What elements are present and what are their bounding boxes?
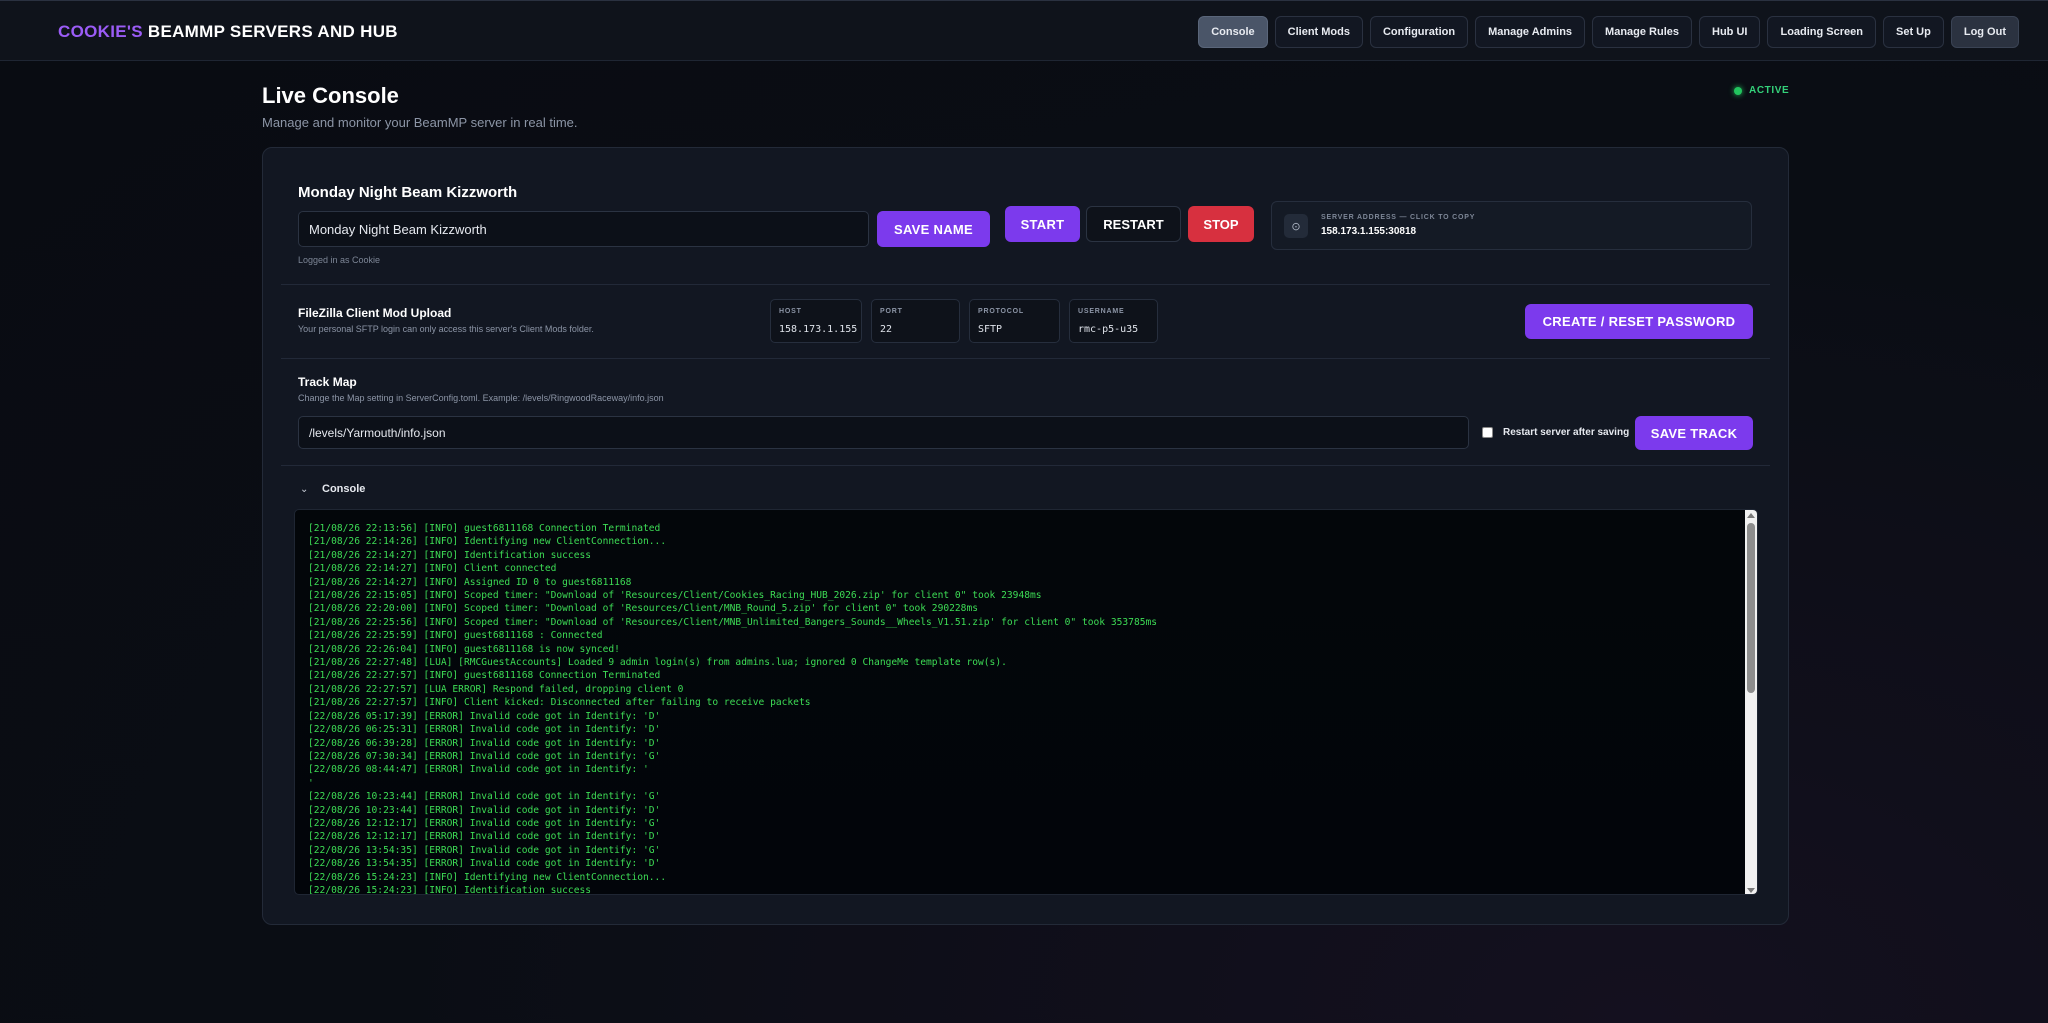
- stop-button[interactable]: STOP: [1188, 206, 1254, 242]
- console-line: [21/08/26 22:20:00] [INFO] Scoped timer:…: [308, 603, 979, 615]
- console-log: [21/08/26 22:13:56] [INFO] guest6811168 …: [308, 522, 1728, 895]
- host-value: 158.173.1.155: [779, 324, 858, 335]
- port-field: PORT 22: [871, 299, 960, 343]
- console-scrollbar[interactable]: [1745, 510, 1757, 894]
- console-line: ': [308, 777, 314, 789]
- filezilla-title: FileZilla Client Mod Upload: [298, 306, 452, 320]
- console-line: [21/08/26 22:26:04] [INFO] guest6811168 …: [308, 643, 620, 655]
- console-line: [22/08/26 06:39:28] [ERROR] Invalid code…: [308, 737, 661, 749]
- console-line: [21/08/26 22:27:48] [LUA] [RMCGuestAccou…: [308, 657, 1007, 669]
- console-line: [21/08/26 22:25:56] [INFO] Scoped timer:…: [308, 616, 1158, 628]
- console-line: [22/08/26 15:24:23] [INFO] Identificatio…: [308, 884, 592, 895]
- protocol-value: SFTP: [978, 324, 1003, 335]
- scroll-down-icon[interactable]: [1747, 888, 1755, 893]
- console-line: [22/08/26 12:12:17] [ERROR] Invalid code…: [308, 817, 661, 829]
- copy-icon: ⊙: [1284, 214, 1308, 238]
- page-subtitle: Manage and monitor your BeamMP server in…: [262, 115, 578, 130]
- port-value: 22: [880, 324, 893, 335]
- track-map-input[interactable]: [298, 416, 1469, 449]
- protocol-field: PROTOCOL SFTP: [969, 299, 1060, 343]
- top-navbar: COOKIE'S BEAMMP SERVERS AND HUB Console …: [0, 0, 2048, 61]
- nav-loading-screen-button[interactable]: Loading Screen: [1767, 16, 1876, 48]
- restart-button[interactable]: RESTART: [1086, 206, 1181, 242]
- divider: [281, 284, 1770, 285]
- nav-manage-admins-button[interactable]: Manage Admins: [1475, 16, 1586, 48]
- host-field: HOST 158.173.1.155: [770, 299, 862, 343]
- console-line: [21/08/26 22:27:57] [INFO] Client kicked…: [308, 697, 811, 709]
- console-line: [21/08/26 22:14:27] [INFO] Client connec…: [308, 563, 557, 575]
- server-name-heading: Monday Night Beam Kizzworth: [298, 184, 518, 201]
- console-line: [21/08/26 22:14:27] [INFO] Assigned ID 0…: [308, 576, 632, 588]
- status-dot-icon: [1734, 86, 1742, 95]
- host-label: HOST: [779, 308, 802, 315]
- console-line: [22/08/26 06:25:31] [ERROR] Invalid code…: [308, 724, 661, 736]
- console-output[interactable]: [21/08/26 22:13:56] [INFO] guest6811168 …: [294, 509, 1758, 895]
- status-text: ACTIVE: [1749, 85, 1790, 96]
- brand-rest: BEAMMP SERVERS AND HUB: [142, 22, 398, 41]
- nav-client-mods-button[interactable]: Client Mods: [1274, 16, 1363, 48]
- main-nav: Console Client Mods Configuration Manage…: [1198, 16, 2019, 48]
- page-title: Live Console: [262, 83, 399, 108]
- nav-set-up-button[interactable]: Set Up: [1883, 16, 1944, 48]
- restart-after-saving-label: Restart server after saving: [1503, 427, 1630, 438]
- console-line: [21/08/26 22:13:56] [INFO] guest6811168 …: [308, 523, 661, 534]
- save-track-button[interactable]: SAVE TRACK: [1635, 416, 1753, 450]
- console-line: [22/08/26 15:24:23] [INFO] Identifying n…: [308, 871, 667, 883]
- filezilla-subtitle: Your personal SFTP login can only access…: [298, 324, 594, 334]
- username-label: USERNAME: [1078, 308, 1125, 315]
- nav-console-button[interactable]: Console: [1198, 16, 1268, 48]
- log-out-button[interactable]: Log Out: [1950, 16, 2019, 48]
- restart-after-saving-checkbox[interactable]: [1482, 427, 1493, 438]
- console-line: [21/08/26 22:14:27] [INFO] Identificatio…: [308, 549, 592, 561]
- start-button[interactable]: START: [1005, 206, 1080, 242]
- brand-accent: COOKIE'S: [58, 22, 143, 41]
- track-map-title: Track Map: [298, 375, 357, 389]
- logged-in-text: Logged in as Cookie: [298, 255, 381, 265]
- username-field: USERNAME rmc-p5-u35: [1069, 299, 1158, 343]
- console-line: [22/08/26 08:44:47] [ERROR] Invalid code…: [308, 764, 649, 776]
- port-label: PORT: [880, 308, 903, 315]
- console-line: [21/08/26 22:25:59] [INFO] guest6811168 …: [308, 630, 603, 642]
- console-line: [22/08/26 12:12:17] [ERROR] Invalid code…: [308, 831, 661, 843]
- save-name-button[interactable]: SAVE NAME: [877, 211, 990, 247]
- nav-configuration-button[interactable]: Configuration: [1369, 16, 1469, 48]
- console-line: [21/08/26 22:27:57] [INFO] guest6811168 …: [308, 670, 661, 682]
- scroll-up-icon[interactable]: [1747, 513, 1755, 518]
- console-toggle-icon[interactable]: ⌄: [300, 484, 308, 495]
- console-line: [22/08/26 10:23:44] [ERROR] Invalid code…: [308, 791, 661, 803]
- nav-hub-ui-button[interactable]: Hub UI: [1699, 16, 1761, 48]
- server-address-label: SERVER ADDRESS — CLICK TO COPY: [1321, 214, 1476, 221]
- server-name-input[interactable]: [298, 211, 869, 247]
- nav-manage-rules-button[interactable]: Manage Rules: [1592, 16, 1693, 48]
- console-title[interactable]: Console: [322, 483, 365, 495]
- console-line: [21/08/26 22:15:05] [INFO] Scoped timer:…: [308, 590, 1042, 602]
- track-map-subtitle: Change the Map setting in ServerConfig.t…: [298, 393, 664, 403]
- console-line: [22/08/26 10:23:44] [ERROR] Invalid code…: [308, 804, 661, 816]
- divider: [281, 358, 1770, 359]
- protocol-label: PROTOCOL: [978, 308, 1024, 315]
- console-card: Monday Night Beam Kizzworth SAVE NAME ST…: [262, 147, 1789, 925]
- console-line: [21/08/26 22:27:57] [LUA ERROR] Respond …: [308, 683, 684, 695]
- console-line: [22/08/26 07:30:34] [ERROR] Invalid code…: [308, 750, 661, 762]
- server-address-value: 158.173.1.155:30818: [1321, 226, 1417, 237]
- username-value: rmc-p5-u35: [1078, 324, 1139, 335]
- server-address-copy[interactable]: ⊙ SERVER ADDRESS — CLICK TO COPY 158.173…: [1271, 201, 1752, 250]
- console-line: [22/08/26 05:17:39] [ERROR] Invalid code…: [308, 710, 661, 722]
- create-reset-password-button[interactable]: CREATE / RESET PASSWORD: [1525, 304, 1753, 339]
- console-line: [22/08/26 13:54:35] [ERROR] Invalid code…: [308, 858, 661, 870]
- console-line: [22/08/26 13:54:35] [ERROR] Invalid code…: [308, 844, 661, 856]
- server-status-badge: ACTIVE: [1734, 85, 1789, 96]
- console-line: [21/08/26 22:14:26] [INFO] Identifying n…: [308, 536, 667, 548]
- brand-title: COOKIE'S BEAMMP SERVERS AND HUB: [58, 22, 398, 42]
- scrollbar-thumb[interactable]: [1747, 523, 1755, 693]
- divider: [281, 465, 1770, 466]
